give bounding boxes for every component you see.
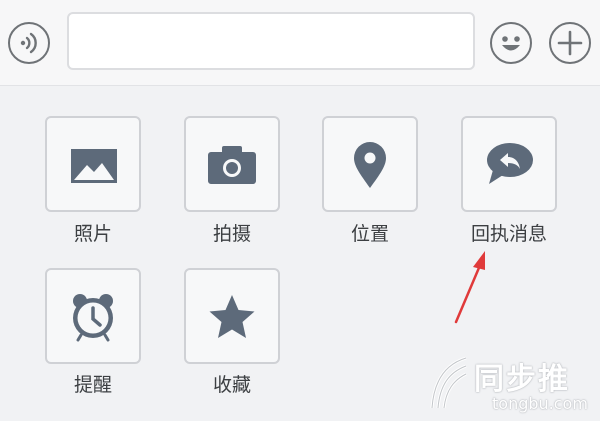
watermark: 同步推 tongbu.com <box>420 350 600 421</box>
watermark-url: tongbu.com <box>492 394 588 413</box>
watermark-name: 同步推 <box>474 362 570 397</box>
tongbu-logo-icon <box>430 356 467 409</box>
